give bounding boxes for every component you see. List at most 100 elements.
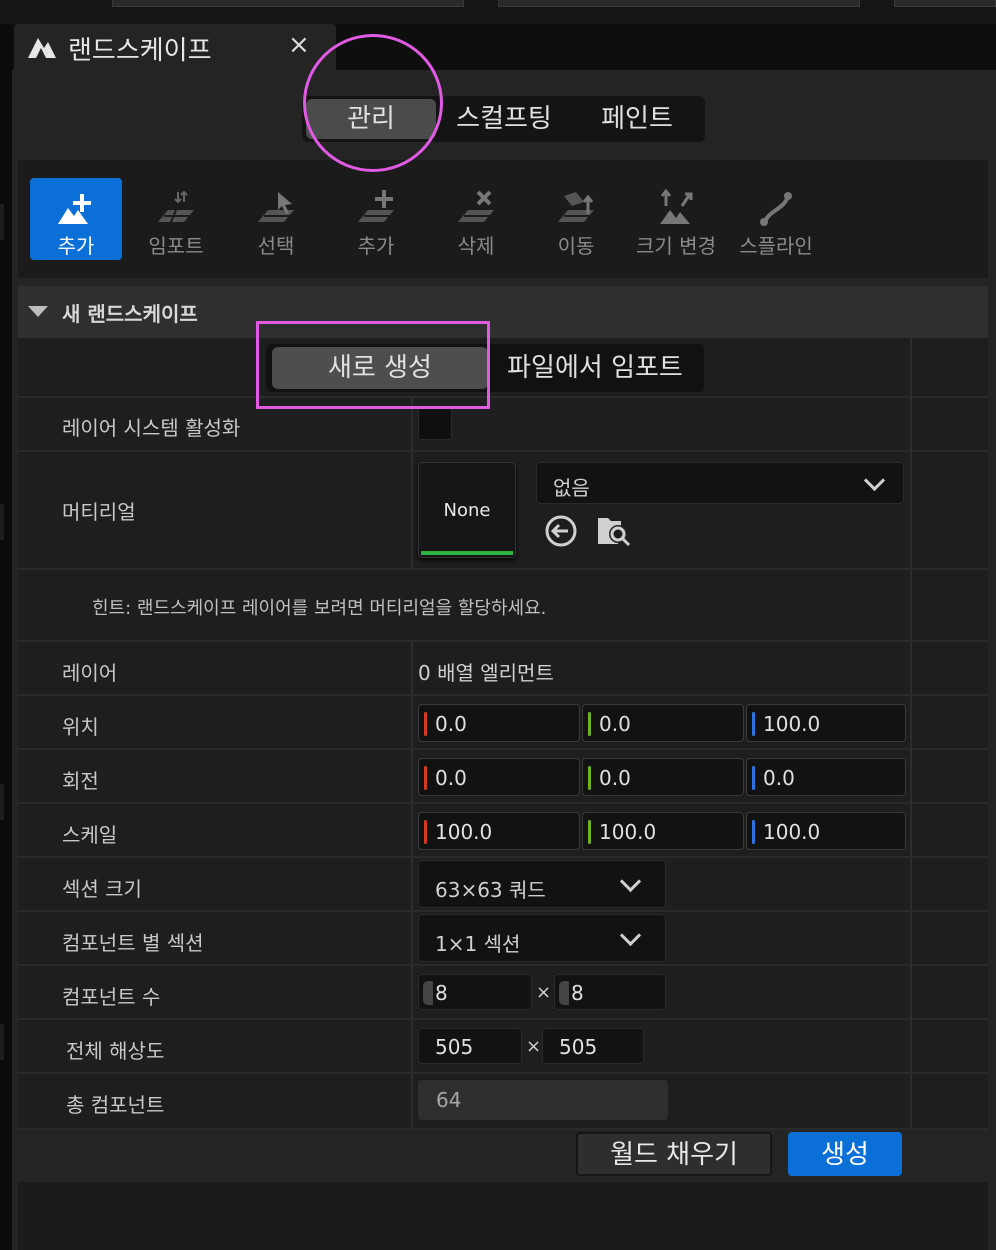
- layer-system-checkbox[interactable]: [418, 406, 452, 440]
- mode-tabs: 관리 스컬프팅 페인트: [302, 96, 705, 142]
- fill-world-button[interactable]: 월드 채우기: [576, 1132, 772, 1176]
- tool-label: 임포트: [148, 234, 204, 258]
- chevron-down-icon: [863, 469, 886, 492]
- resolution-x-field[interactable]: 505: [418, 1028, 522, 1064]
- delete-icon: [458, 190, 494, 222]
- tab-sculpt[interactable]: 스컬프팅: [442, 96, 566, 142]
- tool-label: 스플라인: [739, 234, 813, 258]
- material-thumbnail-bar: [421, 551, 513, 555]
- material-row: 머티리얼 None 없음: [18, 452, 988, 570]
- material-hint-text: 힌트: 랜드스케이프 레이어를 보려면 머티리얼을 할당하세요.: [92, 598, 547, 619]
- layer-system-label: 레이어 시스템 활성화: [62, 416, 241, 440]
- material-dropdown-value: 없음: [553, 476, 590, 500]
- rotation-row: 회전 0.0 0.0 0.0: [18, 750, 988, 804]
- tool-move[interactable]: 이동: [530, 178, 622, 260]
- location-z-field[interactable]: 100.0: [746, 704, 906, 742]
- tab-paint[interactable]: 페인트: [574, 96, 700, 142]
- material-dropdown[interactable]: 없음: [536, 462, 904, 504]
- material-thumbnail[interactable]: None: [418, 462, 516, 558]
- location-x-value: 0.0: [435, 712, 467, 736]
- tool-spline[interactable]: 스플라인: [730, 178, 822, 260]
- total-components-value: 64: [436, 1088, 462, 1112]
- sections-per-component-dropdown[interactable]: 1×1 섹션: [418, 914, 666, 962]
- rotation-z-field[interactable]: 0.0: [746, 758, 906, 796]
- sections-per-component-value: 1×1 섹션: [435, 932, 521, 956]
- resize-icon: [660, 188, 693, 224]
- browse-asset-icon[interactable]: [596, 514, 632, 548]
- tool-new-landscape[interactable]: 추가: [30, 178, 122, 260]
- material-thumbnail-text: None: [443, 500, 491, 521]
- import-from-file-button[interactable]: 파일에서 임포트: [490, 344, 700, 392]
- tool-resize[interactable]: 크기 변경: [630, 178, 722, 260]
- add-component-icon: [358, 190, 394, 222]
- section-title: 새 랜드스케이프: [62, 302, 198, 326]
- location-y-value: 0.0: [599, 712, 631, 736]
- resolution-y-value: 505: [559, 1035, 598, 1059]
- component-count-row: 컴포넌트 수 8 × 8: [18, 966, 988, 1020]
- scale-label: 스케일: [62, 823, 118, 847]
- collapse-triangle-icon[interactable]: [28, 306, 48, 317]
- tool-import[interactable]: 임포트: [130, 178, 222, 260]
- section-size-label: 섹션 크기: [62, 877, 142, 901]
- resolution-x-value: 505: [435, 1035, 474, 1059]
- layers-row: 레이어 0 배열 엘리먼트: [18, 642, 988, 696]
- landscape-add-icon: [58, 194, 91, 224]
- create-new-button[interactable]: 새로 생성: [272, 347, 488, 389]
- empty-footer-area: [18, 1182, 988, 1250]
- tool-label: 삭제: [457, 234, 495, 258]
- hint-row: 힌트: 랜드스케이프 레이어를 보려면 머티리얼을 할당하세요.: [18, 570, 988, 642]
- resolution-y-field[interactable]: 505: [542, 1028, 644, 1064]
- import-icon: [158, 190, 194, 223]
- component-count-x-value: 8: [435, 981, 448, 1005]
- landscape-mode-icon: [28, 38, 56, 58]
- tab-title: 랜드스케이프: [68, 36, 212, 66]
- rotation-y-field[interactable]: 0.0: [582, 758, 744, 796]
- rotation-z-value: 0.0: [763, 766, 795, 790]
- total-components-row: 총 컴포넌트 64: [18, 1074, 988, 1130]
- spline-icon: [760, 192, 792, 226]
- component-count-x-field[interactable]: 8: [418, 974, 532, 1010]
- close-icon[interactable]: ×: [288, 30, 310, 60]
- sections-per-component-row: 컴포넌트 별 섹션 1×1 섹션: [18, 912, 988, 966]
- toolbar-fragment: [894, 0, 996, 7]
- use-selected-asset-icon[interactable]: [544, 514, 578, 548]
- create-button[interactable]: 생성: [788, 1132, 902, 1176]
- layer-system-row: 레이어 시스템 활성화: [18, 398, 988, 452]
- resolution-row: 전체 해상도 505 × 505: [18, 1020, 988, 1074]
- tool-label: 크기 변경: [636, 234, 716, 258]
- tool-add-component[interactable]: 추가: [330, 178, 422, 260]
- multiply-sign: ×: [536, 982, 552, 1003]
- section-size-dropdown[interactable]: 63×63 쿼드: [418, 860, 666, 908]
- chevron-down-icon: [619, 870, 642, 893]
- landscape-tab[interactable]: 랜드스케이프 ×: [14, 24, 336, 70]
- move-icon: [558, 192, 594, 222]
- component-count-label: 컴포넌트 수: [62, 985, 161, 1009]
- scale-y-field[interactable]: 100.0: [582, 812, 744, 850]
- scale-z-value: 100.0: [763, 820, 821, 844]
- scale-z-field[interactable]: 100.0: [746, 812, 906, 850]
- new-landscape-section-header[interactable]: 새 랜드스케이프: [18, 286, 988, 338]
- toolbar-fragment: [498, 0, 860, 7]
- section-size-row: 섹션 크기 63×63 쿼드: [18, 858, 988, 912]
- total-components-label: 총 컴포넌트: [66, 1093, 165, 1117]
- rotation-x-field[interactable]: 0.0: [418, 758, 580, 796]
- resolution-label: 전체 해상도: [66, 1039, 165, 1063]
- scale-x-value: 100.0: [435, 820, 493, 844]
- scale-y-value: 100.0: [599, 820, 657, 844]
- tab-manage[interactable]: 관리: [306, 99, 436, 139]
- total-components-field: 64: [418, 1080, 668, 1120]
- tool-label: 선택: [257, 234, 295, 258]
- location-y-field[interactable]: 0.0: [582, 704, 744, 742]
- select-icon: [258, 192, 294, 222]
- component-count-y-field[interactable]: 8: [554, 974, 666, 1010]
- tool-select[interactable]: 선택: [230, 178, 322, 260]
- location-row: 위치 0.0 0.0 100.0: [18, 696, 988, 750]
- location-x-field[interactable]: 0.0: [418, 704, 580, 742]
- editor-top-strip: [0, 0, 996, 24]
- multiply-sign: ×: [526, 1036, 542, 1057]
- tool-delete[interactable]: 삭제: [430, 178, 522, 260]
- scale-x-field[interactable]: 100.0: [418, 812, 580, 850]
- rotation-x-value: 0.0: [435, 766, 467, 790]
- location-label: 위치: [62, 715, 99, 739]
- scale-row: 스케일 100.0 100.0 100.0: [18, 804, 988, 858]
